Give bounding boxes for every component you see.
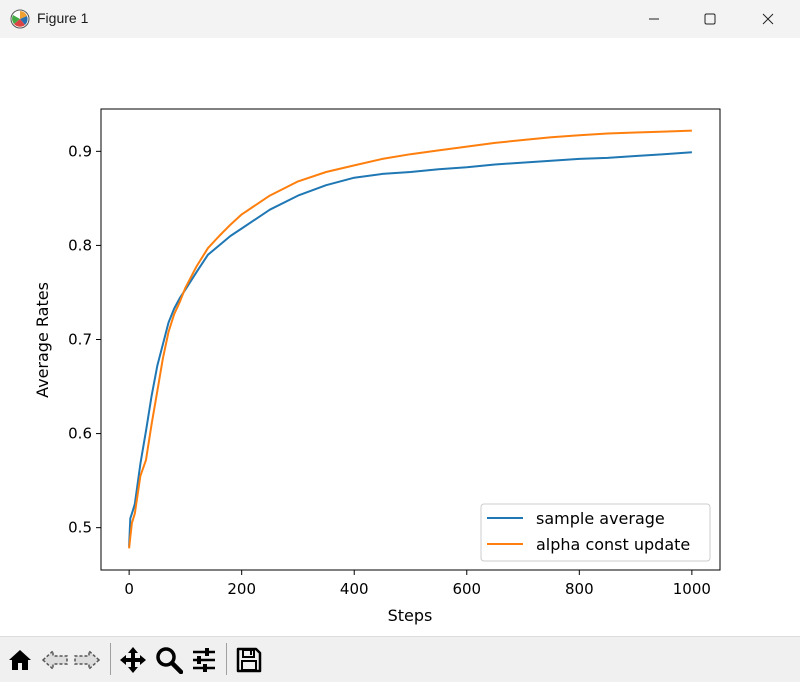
zoom-icon [156,647,183,674]
close-icon [762,13,774,25]
y-tick-label: 0.9 [68,142,92,160]
forward-icon [74,649,101,671]
x-axis-label: Steps [388,606,433,625]
back-button[interactable] [40,645,70,675]
y-axis-label: Average Rates [33,282,52,398]
y-tick-label: 0.7 [68,331,92,349]
y-tick-label: 0.6 [68,425,92,443]
save-button[interactable] [234,645,264,675]
series-layer [128,129,692,549]
zoom-button[interactable] [154,645,184,675]
y-axis: 0.5 0.6 0.7 0.8 0.9 [68,142,101,537]
y-tick-label: 0.5 [68,519,92,537]
close-button[interactable] [742,0,794,38]
legend: sample average alpha const update [480,503,711,562]
back-icon [41,649,68,671]
home-button[interactable] [5,645,35,675]
configure-subplots-button[interactable] [189,645,219,675]
minimize-icon [649,18,659,20]
x-tick-label: 800 [565,580,594,598]
figure-canvas: 0 200 400 600 800 1000 0.5 0.6 0.7 0.8 0.9 Steps … [0,38,800,636]
x-tick-label: 200 [227,580,256,598]
x-tick-label: 400 [340,580,369,598]
x-axis: 0 200 400 600 800 1000 [124,570,711,598]
forward-button[interactable] [72,645,102,675]
title-bar: Figure 1 [0,0,800,38]
series-line-2 [128,129,692,549]
legend-label-sample-average: sample average [536,509,665,528]
axes-frame [100,108,721,571]
maximize-icon [704,13,716,25]
minimize-button[interactable] [628,0,680,38]
window-title: Figure 1 [37,10,89,26]
pan-icon [120,647,146,673]
toolbar-separator [226,643,227,675]
series-line-1 [128,151,692,547]
matplotlib-app-icon [10,9,30,29]
x-tick-label: 0 [124,580,134,598]
y-tick-label: 0.8 [68,236,92,254]
configure-subplots-icon [193,648,215,672]
x-tick-label: 600 [452,580,481,598]
maximize-button[interactable] [684,0,736,38]
navigation-toolbar [0,636,800,682]
home-icon [9,650,31,670]
save-icon [236,647,262,673]
toolbar-separator [110,643,111,675]
pan-button[interactable] [118,645,148,675]
line-chart: 0 200 400 600 800 1000 0.50.60.70.80.9 Steps … [33,108,721,625]
x-tick-label: 1000 [673,580,711,598]
legend-label-alpha-const-update: alpha const update [536,535,690,554]
